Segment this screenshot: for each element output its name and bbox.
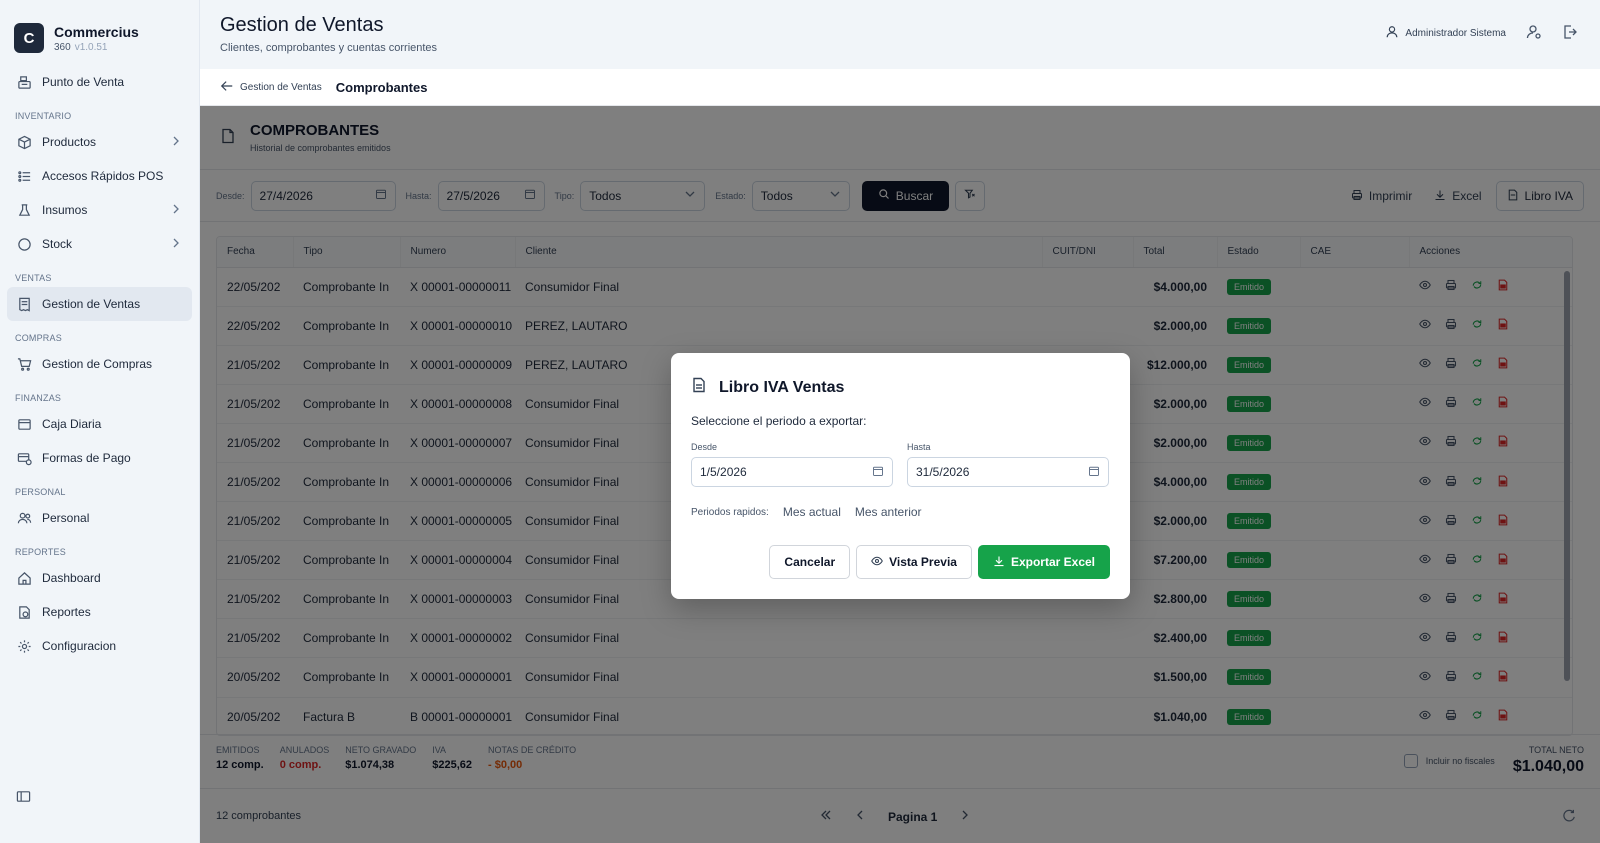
arrow-left-icon <box>220 79 234 96</box>
card-settings-icon <box>16 450 32 466</box>
chevron-right-icon <box>170 203 182 218</box>
sidebar-item-gestion-compras[interactable]: Gestion de Compras <box>7 347 192 381</box>
modal-desde-value: 1/5/2026 <box>700 465 747 479</box>
sidebar-item-label: Caja Diaria <box>42 417 102 431</box>
exportar-excel-button[interactable]: Exportar Excel <box>977 545 1110 579</box>
report-icon <box>16 604 32 620</box>
quick-periods-label: Periodos rapidos: <box>691 506 769 518</box>
nav-section-inventario: INVENTARIO <box>15 111 72 121</box>
mes-actual-button[interactable]: Mes actual <box>783 505 841 519</box>
sidebar: C Commercius 360 v1.0.51 Punto de Venta I… <box>0 0 200 843</box>
download-icon <box>993 555 1005 570</box>
sidebar-item-label: Productos <box>42 135 97 149</box>
sidebar-item-label: Gestion de Ventas <box>42 297 141 311</box>
brand-name: Commercius <box>54 23 139 40</box>
sidebar-item-label: Formas de Pago <box>42 451 131 465</box>
box-icon <box>16 134 32 150</box>
sidebar-item-label: Configuracion <box>42 639 117 653</box>
sidebar-item-label: Punto de Venta <box>42 75 125 89</box>
cancelar-button[interactable]: Cancelar <box>769 545 851 579</box>
calendar-icon <box>872 465 884 480</box>
brand-version: v1.0.51 <box>74 41 108 53</box>
receipt-icon <box>16 296 32 312</box>
sidebar-item-label: Gestion de Compras <box>42 357 153 371</box>
sidebar-item-dashboard[interactable]: Dashboard <box>7 561 192 595</box>
sidebar-item-label: Stock <box>42 237 73 251</box>
quick-periods: Periodos rapidos: Mes actual Mes anterio… <box>691 505 1110 519</box>
chevron-right-icon <box>170 135 182 150</box>
exportar-excel-label: Exportar Excel <box>1010 555 1095 569</box>
sidebar-item-label: Accesos Rápidos POS <box>42 169 164 183</box>
breadcrumb: Gestion de Ventas Comprobantes <box>200 69 1600 106</box>
register-icon <box>16 74 32 90</box>
sidebar-item-gestion-ventas[interactable]: Gestion de Ventas <box>7 287 192 321</box>
brand-logo: C <box>14 23 44 53</box>
modal-hasta-label: Hasta <box>907 442 931 452</box>
circle-icon <box>16 236 32 252</box>
nav-section-compras: COMPRAS <box>15 333 62 343</box>
eye-icon <box>871 555 883 570</box>
modal-description: Seleccione el periodo a exportar: <box>691 414 867 428</box>
sidebar-item-configuracion[interactable]: Configuracion <box>7 629 192 663</box>
vista-previa-label: Vista Previa <box>889 555 957 569</box>
modal-desde-label: Desde <box>691 442 718 452</box>
chevron-right-icon <box>170 237 182 252</box>
home-icon <box>16 570 32 586</box>
mes-anterior-button[interactable]: Mes anterior <box>855 505 922 519</box>
libro-iva-modal: Libro IVA Ventas Seleccione el periodo a… <box>671 353 1130 599</box>
user-icon <box>1385 25 1399 42</box>
user-name: Administrador Sistema <box>1405 28 1506 39</box>
user-menu[interactable]: Administrador Sistema <box>1385 25 1506 42</box>
breadcrumb-back-label: Gestion de Ventas <box>240 81 322 93</box>
calendar-icon <box>1088 465 1100 480</box>
users-icon <box>16 510 32 526</box>
user-settings-icon[interactable] <box>1526 24 1542 43</box>
breadcrumb-current: Comprobantes <box>335 79 428 95</box>
page-title: Gestion de Ventas <box>220 14 384 36</box>
cashbox-icon <box>16 416 32 432</box>
sidebar-item-productos[interactable]: Productos <box>7 125 192 159</box>
brand-sub: 360 <box>54 41 71 53</box>
gear-icon <box>16 638 32 654</box>
document-icon <box>691 377 707 398</box>
topbar: Gestion de Ventas Clientes, comprobantes… <box>200 0 1600 69</box>
sidebar-item-punto-de-venta[interactable]: Punto de Venta <box>7 65 192 99</box>
cancelar-label: Cancelar <box>784 555 836 569</box>
sidebar-item-accesos-rapidos[interactable]: Accesos Rápidos POS <box>7 159 192 193</box>
sidebar-item-label: Reportes <box>42 605 91 619</box>
modal-hasta-input[interactable]: 31/5/2026 <box>907 457 1109 487</box>
cart-icon <box>16 356 32 372</box>
sidebar-item-label: Insumos <box>42 203 88 217</box>
sidebar-item-insumos[interactable]: Insumos <box>7 193 192 227</box>
logout-icon[interactable] <box>1562 24 1578 43</box>
sidebar-item-formas-de-pago[interactable]: Formas de Pago <box>7 441 192 475</box>
modal-hasta-value: 31/5/2026 <box>916 465 970 479</box>
nav-section-reportes: REPORTES <box>15 547 66 557</box>
modal-desde-input[interactable]: 1/5/2026 <box>691 457 893 487</box>
breadcrumb-back[interactable]: Gestion de Ventas <box>220 79 322 96</box>
sidebar-item-stock[interactable]: Stock <box>7 227 192 261</box>
sidebar-item-label: Personal <box>42 511 90 525</box>
brand: C Commercius 360 v1.0.51 <box>0 0 199 62</box>
sidebar-toggle-icon[interactable] <box>16 789 31 807</box>
list-icon <box>16 168 32 184</box>
sidebar-item-personal[interactable]: Personal <box>7 501 192 535</box>
sidebar-item-label: Dashboard <box>42 571 101 585</box>
sidebar-item-caja-diaria[interactable]: Caja Diaria <box>7 407 192 441</box>
sidebar-item-reportes[interactable]: Reportes <box>7 595 192 629</box>
modal-title: Libro IVA Ventas <box>719 378 845 396</box>
page-subtitle: Clientes, comprobantes y cuentas corrien… <box>220 42 438 54</box>
flask-icon <box>16 202 32 218</box>
nav-section-ventas: VENTAS <box>15 273 52 283</box>
vista-previa-button[interactable]: Vista Previa <box>856 545 972 579</box>
nav-section-personal: PERSONAL <box>15 487 66 497</box>
nav-section-finanzas: FINANZAS <box>15 393 62 403</box>
